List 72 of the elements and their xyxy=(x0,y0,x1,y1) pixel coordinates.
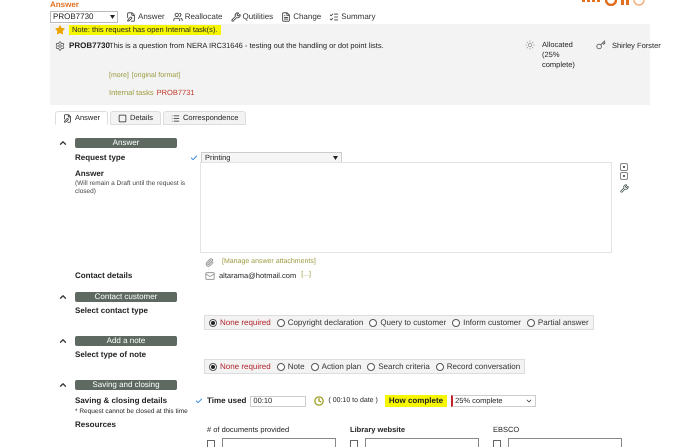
section-heading: Contact customer xyxy=(75,292,177,302)
users-icon xyxy=(172,12,183,22)
toolbar-button[interactable]: Answer xyxy=(126,11,165,23)
clock-icon xyxy=(314,396,324,406)
collapse-icon[interactable] xyxy=(58,336,68,346)
collapse-icon[interactable] xyxy=(620,172,628,180)
toolbar-button[interactable]: Summary xyxy=(329,11,376,23)
dropdown-arrow-icon xyxy=(110,15,115,19)
field-label: Answer xyxy=(75,168,105,180)
radio-button[interactable] xyxy=(436,362,444,370)
star-icon xyxy=(55,25,65,35)
toolbar-button[interactable]: Qutilities xyxy=(230,11,274,23)
square-icon xyxy=(118,114,128,122)
field-label: Time used xyxy=(207,395,246,407)
radio-button[interactable] xyxy=(276,362,285,370)
resource-field[interactable] xyxy=(365,438,479,447)
radio-button[interactable] xyxy=(367,362,376,370)
field-label: Contact details xyxy=(74,270,134,282)
field-label: How complete xyxy=(384,395,448,407)
resource-field[interactable] xyxy=(222,438,336,447)
radio-button[interactable] xyxy=(276,318,285,326)
radio-button[interactable] xyxy=(209,362,217,370)
field-label: Select type of note xyxy=(74,348,148,361)
page-title: Answer xyxy=(50,0,79,10)
radio-label: Query to customer xyxy=(380,316,446,328)
edit-icon xyxy=(126,12,136,22)
section-heading: Answer xyxy=(75,138,177,148)
key-icon xyxy=(596,40,606,50)
radio-button[interactable] xyxy=(209,318,217,326)
request-select[interactable]: PROB7730 xyxy=(50,11,118,23)
paperclip-icon xyxy=(205,258,214,267)
chevron-down-icon xyxy=(525,397,534,405)
wrench-icon[interactable] xyxy=(620,184,629,193)
dropdown-arrow-icon xyxy=(333,156,338,160)
checkbox[interactable] xyxy=(350,440,358,447)
checklist-icon xyxy=(329,12,340,22)
radio-label: Inform customer xyxy=(463,316,521,328)
radio-label: Copyright declaration xyxy=(288,316,364,328)
list-icon xyxy=(170,114,180,122)
field-label: Select contact type xyxy=(74,304,149,317)
mail-icon xyxy=(205,270,215,280)
radio-label: Note xyxy=(288,360,305,372)
section-heading: Add a note xyxy=(75,336,177,346)
radio-label: None required xyxy=(220,316,271,328)
radio-label: Partial answer xyxy=(538,316,589,328)
collapse-icon[interactable] xyxy=(58,380,68,390)
section-heading: Saving and closing xyxy=(75,380,177,390)
radio-button[interactable] xyxy=(369,318,378,326)
wrench-icon xyxy=(230,12,240,22)
collapse-icon[interactable] xyxy=(58,292,68,302)
radio-label: Search criteria xyxy=(378,360,430,372)
field-label: Saving & closing details xyxy=(75,394,168,406)
toolbar-button[interactable]: Reallocate xyxy=(172,11,222,23)
radio-button[interactable] xyxy=(452,318,460,326)
status-icon xyxy=(525,40,535,50)
expand-icon[interactable] xyxy=(620,163,628,171)
toolbar-button[interactable]: Change xyxy=(281,11,322,23)
document-icon xyxy=(281,12,292,22)
request-id: PROB7730 xyxy=(69,40,109,52)
field-label: Request type xyxy=(75,152,126,164)
field-label: Resources xyxy=(74,419,117,432)
radio-button[interactable] xyxy=(526,318,535,326)
radio-label: None required xyxy=(220,360,271,372)
radio-label: Action plan xyxy=(322,360,362,372)
gear-icon xyxy=(55,41,65,51)
edit-icon xyxy=(63,114,72,122)
radio-label: Record conversation xyxy=(446,360,520,372)
resource-field[interactable] xyxy=(508,438,622,447)
checkbox[interactable] xyxy=(207,440,215,447)
answer-field[interactable] xyxy=(200,162,612,253)
checkbox[interactable] xyxy=(493,440,501,447)
radio-button[interactable] xyxy=(310,362,319,370)
